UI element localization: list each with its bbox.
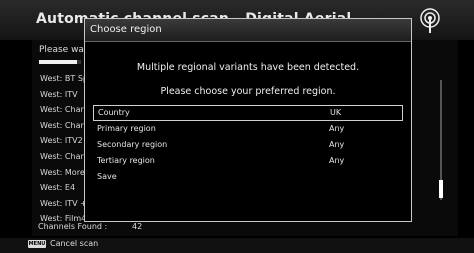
channels-found-label: Channels Found : bbox=[38, 222, 108, 231]
tertiary-region-option[interactable]: Tertiary region Any bbox=[93, 153, 403, 169]
dialog-message-detected: Multiple regional variants have been det… bbox=[136, 62, 360, 73]
channel-list-item: West: ITV +1 bbox=[40, 198, 84, 208]
antenna-icon bbox=[420, 8, 440, 33]
channel-list-item: West: Channel 5 bbox=[40, 120, 84, 130]
option-value: UK bbox=[330, 108, 342, 117]
primary-region-option[interactable]: Primary region Any bbox=[93, 121, 403, 137]
country-option[interactable]: Country UK bbox=[93, 105, 403, 121]
menu-key-icon: MENU bbox=[28, 240, 46, 248]
option-value: Any bbox=[329, 124, 345, 133]
channel-list-item: West: ITV bbox=[40, 89, 78, 99]
scan-progress-fill bbox=[39, 60, 77, 64]
scrollbar-thumb[interactable] bbox=[439, 180, 443, 198]
tv-screen: Automatic channel scan - Digital Aerial … bbox=[0, 0, 474, 253]
option-label: Tertiary region bbox=[97, 156, 155, 165]
option-value: Any bbox=[329, 140, 345, 149]
channel-list-item: West: ITV2 bbox=[40, 136, 83, 146]
option-label: Save bbox=[97, 172, 117, 181]
dialog-title-bar: Choose region bbox=[85, 19, 411, 42]
scan-progress-bar bbox=[39, 60, 81, 64]
secondary-region-option[interactable]: Secondary region Any bbox=[93, 137, 403, 153]
option-label: Country bbox=[98, 108, 130, 117]
dialog-title: Choose region bbox=[90, 24, 162, 35]
channel-list-item: West: E4 bbox=[40, 183, 76, 193]
channel-list-item: West: More 4 bbox=[40, 167, 84, 177]
found-channel-list: West: BT Sport West: ITV West: Channel 4 We… bbox=[40, 71, 84, 227]
cancel-scan-hint[interactable]: Cancel scan bbox=[50, 239, 98, 248]
save-option[interactable]: Save bbox=[93, 169, 403, 185]
channel-list-item: West: BT Sport bbox=[40, 74, 84, 83]
choose-region-dialog: Choose region Multiple regional variants… bbox=[84, 18, 412, 222]
channel-list-item: West: Channel bbox=[40, 151, 84, 161]
option-label: Secondary region bbox=[97, 140, 168, 149]
option-label: Primary region bbox=[97, 124, 156, 133]
option-value: Any bbox=[329, 156, 345, 165]
channels-found-count: 42 bbox=[132, 222, 143, 231]
region-options-list: Country UK Primary region Any Secondary regi… bbox=[93, 105, 403, 185]
dialog-message-choose: Please choose your preferred region. bbox=[160, 86, 336, 97]
channel-list-item: West: Channel 4 bbox=[40, 105, 84, 115]
